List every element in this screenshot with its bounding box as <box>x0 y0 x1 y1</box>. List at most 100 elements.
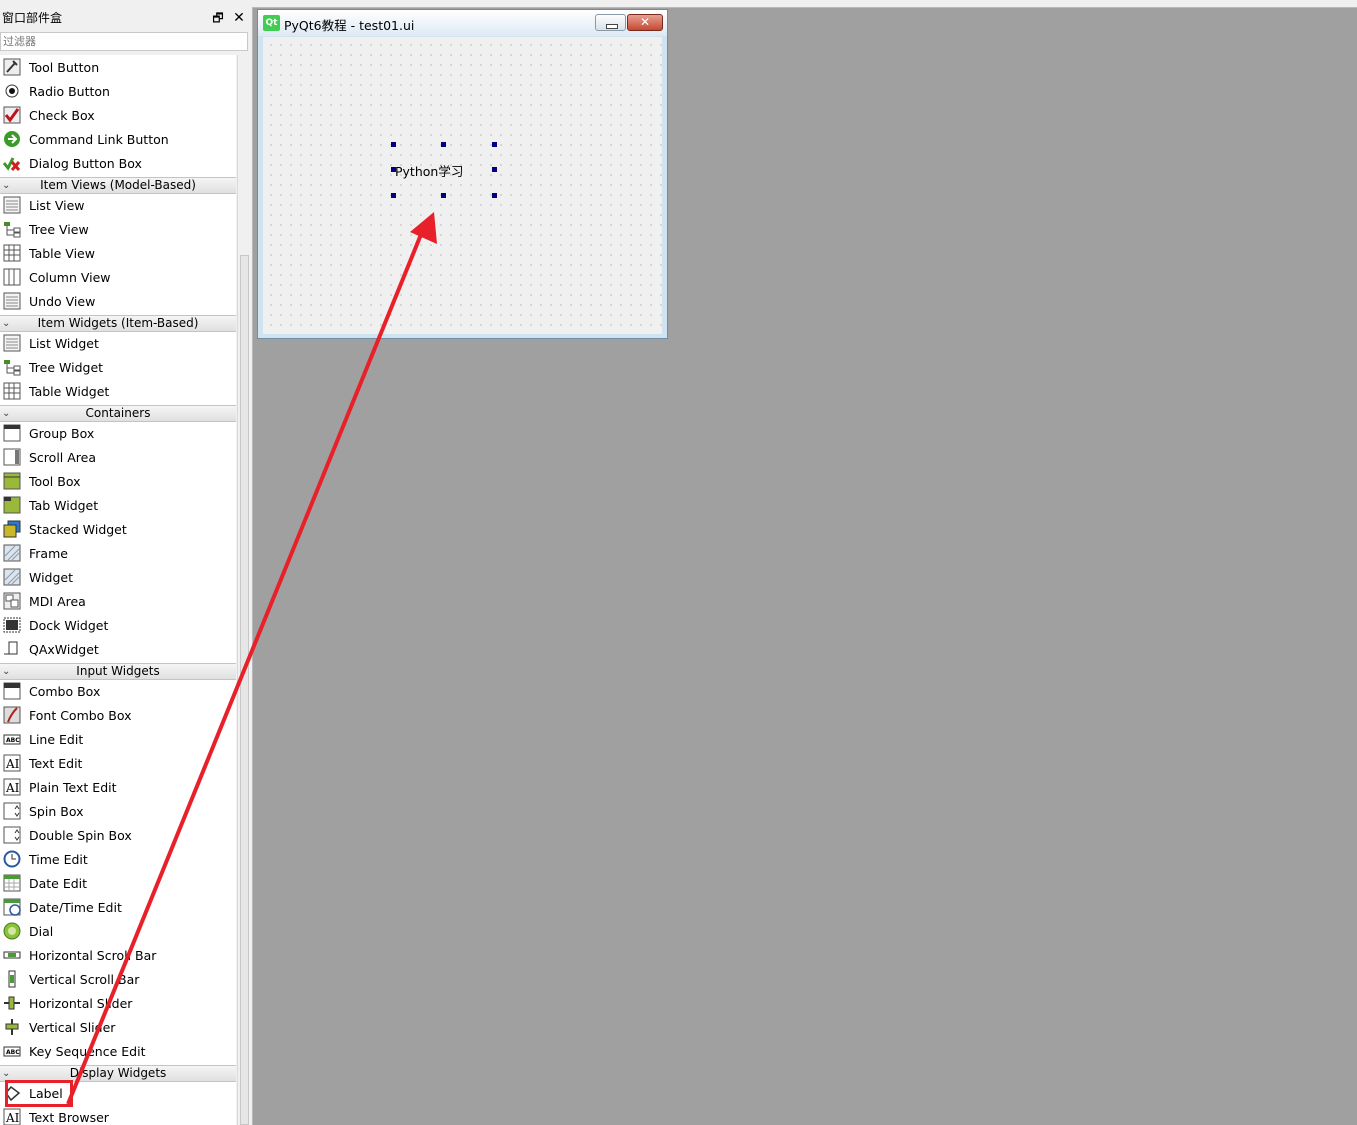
widget-item[interactable]: Tree Widget <box>0 355 236 379</box>
selection-handle-bottom[interactable] <box>441 193 446 198</box>
selection-handle-right[interactable] <box>492 167 497 172</box>
close-panel-icon[interactable]: ✕ <box>232 7 246 29</box>
frame-icon <box>2 543 22 563</box>
mdi-area-icon <box>2 591 22 611</box>
widget-item[interactable]: AI Text Edit <box>0 751 236 775</box>
widget-item[interactable]: QAxWidget <box>0 637 236 661</box>
tree-widget-icon <box>2 357 22 377</box>
widget-list-scrollbar[interactable] <box>237 55 252 1125</box>
selection-handle-top[interactable] <box>441 142 446 147</box>
category-header[interactable]: ⌄ Containers <box>0 405 236 422</box>
widget-item-label: Widget <box>29 569 74 585</box>
time-edit-icon <box>2 849 22 869</box>
qaxwidget-icon <box>2 639 22 659</box>
widget-item[interactable]: Tab Widget <box>0 493 236 517</box>
widget-box-panel: 窗口部件盒 🗗 ✕ Tool Button Radio Button Check B… <box>0 7 253 1125</box>
check-box-icon <box>2 105 22 125</box>
scrollbar-thumb[interactable] <box>240 255 249 1125</box>
radio-button-icon <box>2 81 22 101</box>
widget-item[interactable]: List Widget <box>0 331 236 355</box>
selection-handle-bottom-right[interactable] <box>492 193 497 198</box>
list-widget-icon <box>2 333 22 353</box>
widget-item[interactable]: Stacked Widget <box>0 517 236 541</box>
widget-item[interactable]: Tool Box <box>0 469 236 493</box>
stacked-widget-icon <box>2 519 22 539</box>
horizontal-scroll-bar-icon <box>2 945 22 965</box>
widget-item[interactable]: Check Box <box>0 103 236 127</box>
widget-item[interactable]: Dialog Button Box <box>0 151 236 175</box>
python-label-widget[interactable]: Python学习 <box>395 161 463 180</box>
widget-item[interactable]: Vertical Scroll Bar <box>0 967 236 991</box>
category-header[interactable]: ⌄ Display Widgets <box>0 1065 236 1082</box>
widget-item[interactable]: Date Edit <box>0 871 236 895</box>
svg-text:ABC: ABC <box>6 737 20 744</box>
widget-item[interactable]: Dock Widget <box>0 613 236 637</box>
selection-handle-top-left[interactable] <box>391 142 396 147</box>
widget-item[interactable]: Radio Button <box>0 79 236 103</box>
selection-handle-left[interactable] <box>391 167 396 172</box>
widget-item[interactable]: Double Spin Box <box>0 823 236 847</box>
widget-item[interactable]: Dial <box>0 919 236 943</box>
widget-item-label: Horizontal Scroll Bar <box>29 947 157 963</box>
widget-item-label: Table View <box>29 245 95 261</box>
selection-handle-bottom-left[interactable] <box>391 193 396 198</box>
widget-item[interactable]: Table Widget <box>0 379 236 403</box>
text-edit-icon: AI <box>2 753 22 773</box>
minimize-button[interactable] <box>595 14 626 31</box>
widget-item[interactable]: Command Link Button <box>0 127 236 151</box>
vertical-slider-icon <box>2 1017 22 1037</box>
widget-item[interactable]: Tree View <box>0 217 236 241</box>
float-panel-icon[interactable]: 🗗 <box>211 7 225 29</box>
widget-item[interactable]: Column View <box>0 265 236 289</box>
category-label: Item Views (Model-Based) <box>40 178 196 192</box>
widget-item[interactable]: Font Combo Box <box>0 703 236 727</box>
key-sequence-edit-icon: ABC <box>2 1041 22 1061</box>
qt-logo-icon: Qt <box>263 15 280 31</box>
widget-item-label: Date Edit <box>29 875 88 891</box>
selection-handle-top-right[interactable] <box>492 142 497 147</box>
widget-item[interactable]: Date/Time Edit <box>0 895 236 919</box>
widget-item-label: Spin Box <box>29 803 84 819</box>
category-header[interactable]: ⌄ Input Widgets <box>0 663 236 680</box>
widget-item-label: Key Sequence Edit <box>29 1043 146 1059</box>
widget-item[interactable]: Widget <box>0 565 236 589</box>
widget-item[interactable]: AI Text Browser <box>0 1105 236 1125</box>
widget-item[interactable]: Horizontal Slider <box>0 991 236 1015</box>
category-header[interactable]: ⌄ Item Widgets (Item-Based) <box>0 315 236 332</box>
filter-input[interactable] <box>0 32 248 51</box>
widget-item-label: Frame <box>29 545 68 561</box>
tree-view-icon <box>2 219 22 239</box>
widget-item[interactable]: Vertical Slider <box>0 1015 236 1039</box>
form-canvas[interactable]: Python学习 <box>263 37 662 334</box>
scroll-area-icon <box>2 447 22 467</box>
vertical-scroll-bar-icon <box>2 969 22 989</box>
widget-item[interactable]: Spin Box <box>0 799 236 823</box>
widget-item[interactable]: ABC Key Sequence Edit <box>0 1039 236 1063</box>
widget-item[interactable]: Undo View <box>0 289 236 313</box>
widget-item-label: Plain Text Edit <box>29 779 117 795</box>
dial-icon <box>2 921 22 941</box>
widget-item[interactable]: Time Edit <box>0 847 236 871</box>
widget-item[interactable]: Frame <box>0 541 236 565</box>
widget-item[interactable]: Label <box>0 1081 236 1105</box>
widget-item[interactable]: Horizontal Scroll Bar <box>0 943 236 967</box>
widget-item[interactable]: Scroll Area <box>0 445 236 469</box>
widget-item[interactable]: Group Box <box>0 421 236 445</box>
widget-item[interactable]: AI Plain Text Edit <box>0 775 236 799</box>
widget-item-label: Date/Time Edit <box>29 899 122 915</box>
close-window-button[interactable]: ✕ <box>627 14 663 31</box>
widget-item[interactable]: Tool Button <box>0 55 236 79</box>
spin-box-icon <box>2 801 22 821</box>
widget-item[interactable]: ABC Line Edit <box>0 727 236 751</box>
category-label: Containers <box>85 406 151 420</box>
widget-item[interactable]: MDI Area <box>0 589 236 613</box>
widget-item[interactable]: Table View <box>0 241 236 265</box>
widget-item[interactable]: List View <box>0 193 236 217</box>
widget-item[interactable]: Combo Box <box>0 679 236 703</box>
widget-item-label: Label <box>29 1085 63 1101</box>
widget-item-label: Vertical Scroll Bar <box>29 971 140 987</box>
font-combo-box-icon <box>2 705 22 725</box>
category-header[interactable]: ⌄ Item Views (Model-Based) <box>0 177 236 194</box>
widget-item-label: Horizontal Slider <box>29 995 133 1011</box>
list-view-icon <box>2 195 22 215</box>
